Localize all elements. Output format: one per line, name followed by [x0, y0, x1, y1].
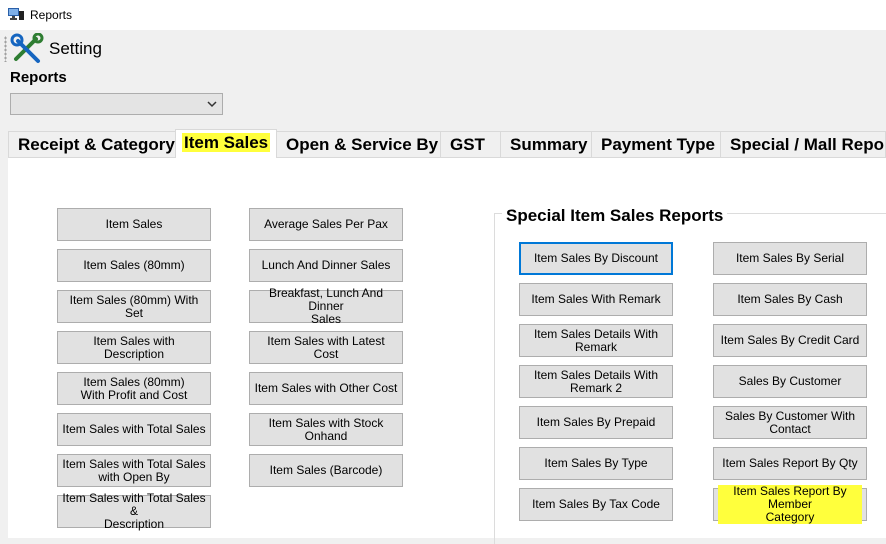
average-sales-per-pax-button[interactable]: Average Sales Per Pax — [249, 208, 403, 241]
reports-label: Reports — [10, 69, 67, 86]
button-label: Item Sales By Cash — [737, 292, 843, 306]
tab-payment-type[interactable]: Payment Type — [591, 131, 721, 157]
item-sales-report-by-member-category-button[interactable]: Item Sales Report By Member Category — [713, 485, 867, 524]
button-label: Item Sales with Description — [93, 333, 175, 361]
lunch-and-dinner-sales-button[interactable]: Lunch And Dinner Sales — [249, 249, 403, 282]
tab-item-sales[interactable]: Item Sales — [175, 129, 277, 158]
item-sales-by-serial-button[interactable]: Item Sales By Serial — [713, 242, 867, 275]
tab-label: Item Sales — [182, 133, 271, 152]
item-sales-with-total-sales-button[interactable]: Item Sales with Total Sales — [57, 413, 211, 446]
button-label: Item Sales (80mm) — [83, 258, 185, 272]
toolbar-grip[interactable] — [4, 36, 7, 62]
title-bar: Reports — [0, 0, 886, 30]
item-sales-with-latest-cost-button[interactable]: Item Sales with Latest Cost — [249, 331, 403, 364]
item-sales-details-with-remark-button[interactable]: Item Sales Details With Remark — [519, 324, 673, 357]
button-label: Sales By Customer — [738, 374, 842, 388]
button-label: Item Sales By Prepaid — [536, 415, 656, 429]
breakfast-lunch-and-dinner-sales-button[interactable]: Breakfast, Lunch And Dinner Sales — [249, 286, 403, 326]
sales-by-customer-button[interactable]: Sales By Customer — [713, 365, 867, 398]
button-label: Sales By Customer With Contact — [724, 408, 856, 436]
item-sales-with-total-sales-description-button[interactable]: Item Sales with Total Sales & Descriptio… — [57, 491, 211, 531]
button-label: Item Sales By Discount — [533, 251, 659, 265]
item-sales-with-remark-button[interactable]: Item Sales With Remark — [519, 283, 673, 316]
report-tabs: Receipt & Category Item Sales Open & Ser… — [8, 129, 886, 158]
item-sales-button[interactable]: Item Sales — [57, 208, 211, 241]
tab-open-service-by[interactable]: Open & Service By — [276, 131, 441, 157]
tab-label: GST — [450, 135, 485, 154]
item-sales-report-by-qty-button[interactable]: Item Sales Report By Qty — [713, 447, 867, 480]
app-icon — [8, 8, 24, 20]
item-sales-by-credit-card-button[interactable]: Item Sales By Credit Card — [713, 324, 867, 357]
tab-label: Receipt & Category — [18, 135, 175, 154]
item-sales-by-type-button[interactable]: Item Sales By Type — [519, 447, 673, 480]
button-label: Item Sales Report By Member Category — [718, 485, 862, 524]
button-label: Item Sales Details With Remark 2 — [533, 367, 659, 395]
item-sales-with-stock-onhand-button[interactable]: Item Sales with Stock Onhand — [249, 413, 403, 446]
item-sales-by-cash-button[interactable]: Item Sales By Cash — [713, 283, 867, 316]
button-label: Item Sales with Total Sales — [62, 422, 206, 436]
window-title: Reports — [30, 8, 73, 22]
tab-special-mall-report[interactable]: Special / Mall Report — [720, 131, 886, 157]
button-label: Item Sales with Latest Cost — [267, 333, 385, 361]
tab-label: Payment Type — [601, 135, 716, 154]
button-label: Item Sales Details With Remark — [533, 326, 659, 354]
button-label: Item Sales With Remark — [531, 292, 661, 306]
button-label: Item Sales Report By Qty — [722, 456, 858, 470]
tab-label: Open & Service By — [286, 135, 439, 154]
toolbar: Setting — [0, 30, 886, 68]
button-label: Item Sales By Credit Card — [720, 333, 860, 347]
tab-gst[interactable]: GST — [440, 131, 501, 157]
tab-receipt-category[interactable]: Receipt & Category — [8, 131, 176, 157]
reports-dropdown[interactable] — [10, 93, 223, 115]
button-label: Lunch And Dinner Sales — [261, 258, 391, 272]
setting-button[interactable]: Setting — [10, 32, 102, 66]
button-label: Item Sales (80mm) With Profit and Cost — [80, 374, 188, 402]
item-sales-barcode-button[interactable]: Item Sales (Barcode) — [249, 454, 403, 487]
item-sales-with-other-cost-button[interactable]: Item Sales with Other Cost — [249, 372, 403, 405]
tab-summary[interactable]: Summary — [500, 131, 592, 157]
button-label: Item Sales (80mm) With Set — [69, 292, 199, 320]
item-sales-80mm-with-profit-and-cost-button[interactable]: Item Sales (80mm) With Profit and Cost — [57, 372, 211, 405]
button-label: Item Sales By Type — [544, 456, 648, 470]
item-sales-by-tax-code-button[interactable]: Item Sales By Tax Code — [519, 488, 673, 521]
item-sales-details-with-remark-2-button[interactable]: Item Sales Details With Remark 2 — [519, 365, 673, 398]
button-label: Item Sales (Barcode) — [269, 463, 383, 477]
tools-icon — [10, 33, 44, 63]
button-label: Breakfast, Lunch And Dinner Sales — [268, 286, 384, 326]
item-sales-80mm-with-set-button[interactable]: Item Sales (80mm) With Set — [57, 290, 211, 323]
button-label: Item Sales By Tax Code — [532, 497, 660, 511]
button-label: Item Sales with Stock Onhand — [268, 415, 384, 443]
chevron-down-icon — [207, 101, 217, 108]
tab-label: Special / Mall Report — [730, 135, 886, 154]
button-label: Item Sales with Other Cost — [254, 381, 398, 395]
button-label: Item Sales By Serial — [735, 251, 845, 265]
item-sales-by-discount-button[interactable]: Item Sales By Discount — [519, 242, 673, 275]
button-label: Item Sales with Total Sales & Descriptio… — [62, 491, 206, 531]
button-label: Average Sales Per Pax — [264, 217, 388, 231]
setting-label: Setting — [49, 39, 102, 58]
item-sales-80mm-button[interactable]: Item Sales (80mm) — [57, 249, 211, 282]
item-sales-by-prepaid-button[interactable]: Item Sales By Prepaid — [519, 406, 673, 439]
button-label: Item Sales — [105, 217, 163, 231]
tab-label: Summary — [510, 135, 588, 154]
item-sales-with-total-sales-with-open-by-button[interactable]: Item Sales with Total Sales with Open By — [57, 454, 211, 487]
special-group-title: Special Item Sales Reports — [502, 206, 728, 226]
button-label: Item Sales with Total Sales with Open By — [62, 456, 206, 484]
sales-by-customer-with-contact-button[interactable]: Sales By Customer With Contact — [713, 406, 867, 439]
item-sales-with-description-button[interactable]: Item Sales with Description — [57, 331, 211, 364]
